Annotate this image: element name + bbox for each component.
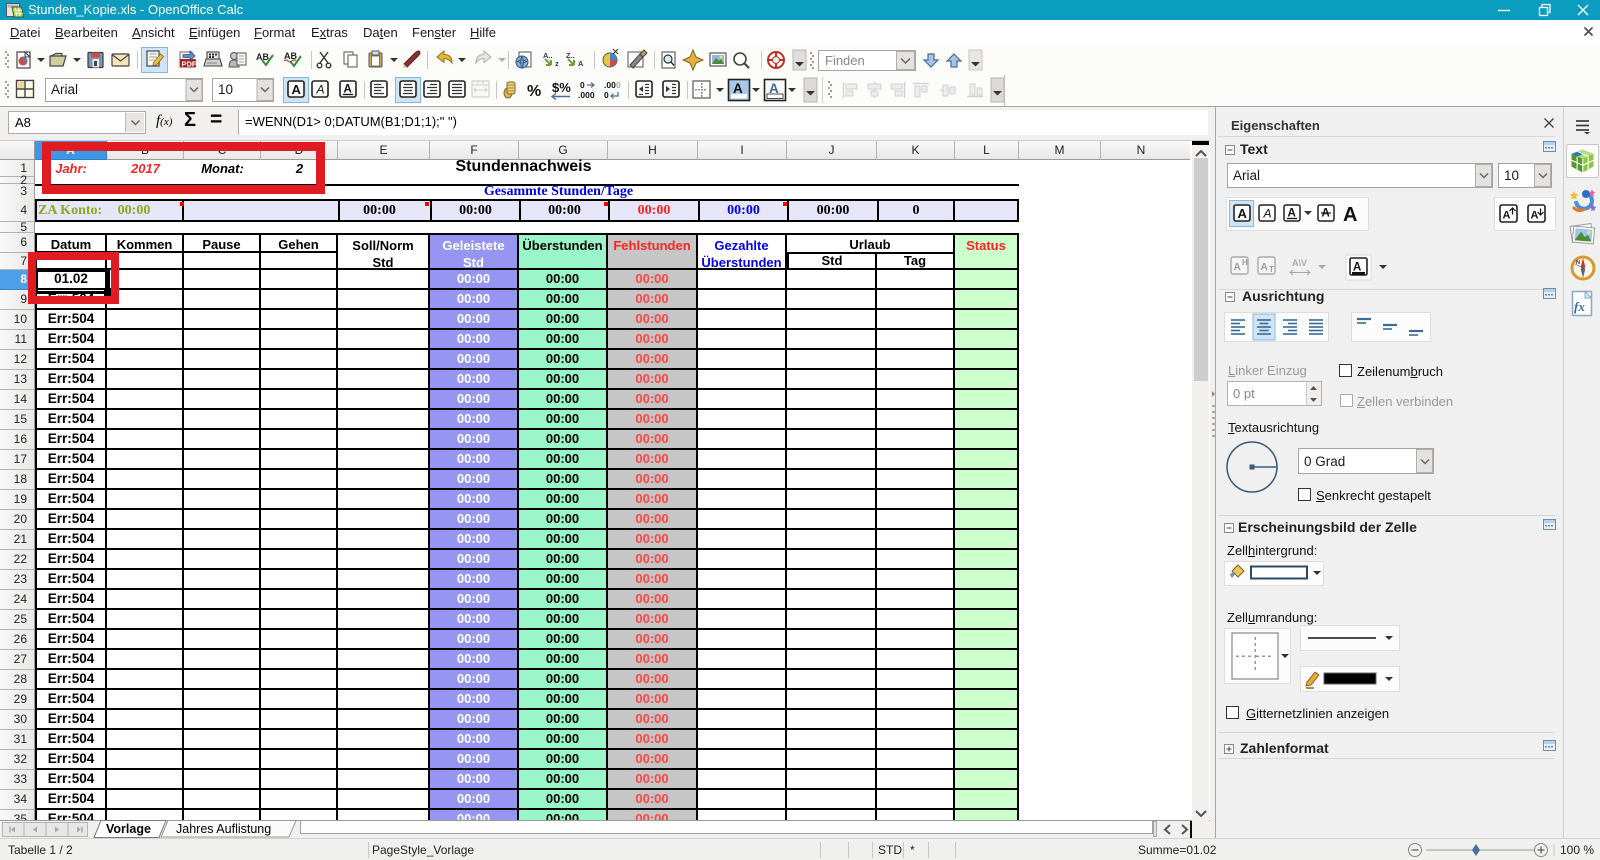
- svg-text:A: A: [733, 81, 743, 96]
- svg-text:%: %: [527, 83, 541, 100]
- svg-text:0: 0: [616, 80, 621, 90]
- svg-text:A: A: [1263, 207, 1272, 221]
- svg-text:T: T: [1269, 265, 1274, 274]
- svg-text:.00: .00: [604, 80, 616, 90]
- svg-text:$%: $%: [552, 80, 571, 95]
- svg-text:PDF: PDF: [182, 60, 197, 69]
- svg-text:Finden: Finden: [825, 53, 865, 68]
- svg-text:A: A: [769, 81, 779, 96]
- svg-text:Arial: Arial: [51, 82, 78, 97]
- svg-text:Jahres Auflistung: Jahres Auflistung: [176, 822, 271, 836]
- svg-text:A: A: [578, 59, 584, 68]
- svg-text:A: A: [316, 83, 325, 97]
- svg-text:A: A: [1288, 208, 1296, 220]
- svg-text:fx: fx: [1574, 299, 1585, 314]
- svg-text:A: A: [1353, 262, 1361, 274]
- svg-text:A: A: [1234, 262, 1241, 273]
- svg-text:A: A: [1261, 262, 1268, 273]
- svg-text:A\V: A\V: [1292, 258, 1307, 268]
- svg-text:A: A: [1238, 206, 1248, 221]
- svg-text:0: 0: [580, 80, 585, 90]
- svg-text:A: A: [292, 82, 302, 97]
- svg-text:A: A: [344, 84, 352, 96]
- svg-text:A: A: [1343, 204, 1357, 226]
- svg-text:Vorlage: Vorlage: [106, 822, 151, 836]
- svg-text:A: A: [1503, 210, 1511, 222]
- svg-text:z: z: [555, 59, 559, 68]
- svg-text:0: 0: [604, 90, 609, 100]
- svg-text:Z..: Z..: [566, 51, 575, 60]
- svg-text:10: 10: [218, 82, 233, 97]
- svg-text:H: H: [1242, 258, 1248, 267]
- svg-text:A..: A..: [543, 51, 553, 60]
- svg-text:A: A: [1531, 210, 1539, 222]
- svg-text:N: N: [1576, 260, 1580, 266]
- svg-text:.000: .000: [578, 90, 595, 100]
